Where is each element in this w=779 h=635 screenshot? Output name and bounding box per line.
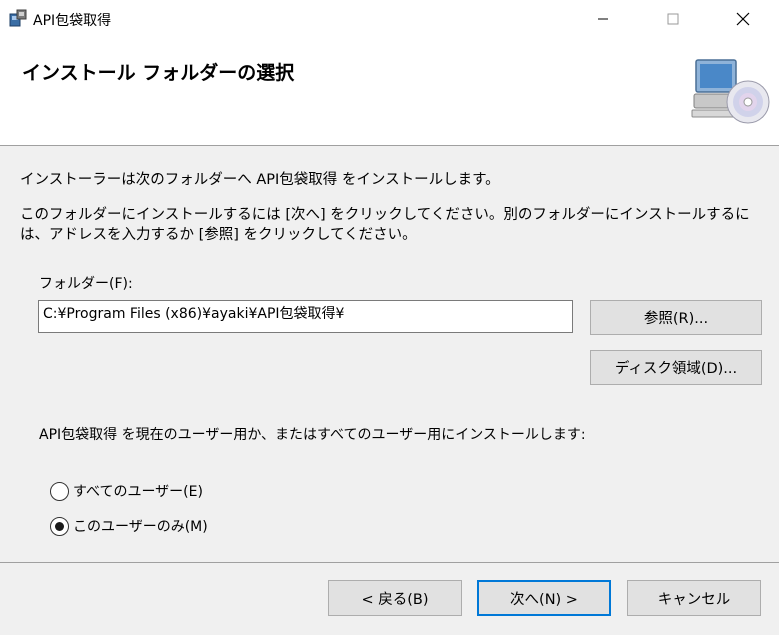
- title-bar: API包袋取得: [0, 0, 779, 38]
- description-text: このフォルダーにインストールするには [次へ] をクリックしてください。別のフォ…: [20, 207, 750, 243]
- radio-button-unchecked[interactable]: [50, 481, 69, 501]
- cancel-button[interactable]: キャンセル: [627, 580, 761, 616]
- browse-button[interactable]: 参照(R)...: [590, 300, 762, 335]
- next-button[interactable]: 次へ(N) >: [477, 580, 611, 616]
- radio-all-users[interactable]: すべてのユーザー(E): [50, 481, 203, 501]
- radio-this-user-label: このユーザーのみ(M): [73, 519, 208, 535]
- installer-icon: [9, 9, 27, 27]
- minimize-button[interactable]: [580, 0, 626, 38]
- close-icon: [736, 12, 750, 26]
- radio-all-users-label: すべてのユーザー(E): [73, 484, 203, 500]
- back-button[interactable]: < 戻る(B): [328, 580, 462, 616]
- intro-text: インストーラーは次のフォルダーへ API包袋取得 をインストールします。: [20, 172, 500, 188]
- disk-space-button[interactable]: ディスク領域(D)...: [590, 350, 762, 385]
- maximize-button[interactable]: [650, 0, 696, 38]
- computer-disc-icon: [691, 59, 770, 124]
- radio-this-user[interactable]: このユーザーのみ(M): [50, 516, 208, 536]
- radio-button-checked[interactable]: [50, 516, 69, 536]
- minimize-icon: [598, 18, 608, 20]
- window-title: API包袋取得: [33, 13, 112, 29]
- maximize-icon: [667, 13, 679, 25]
- folder-path-input[interactable]: C:¥Program Files (x86)¥ayaki¥API包袋取得¥: [38, 300, 573, 333]
- folder-label: フォルダー(F):: [39, 276, 133, 292]
- install-for-text: API包袋取得 を現在のユーザー用か、またはすべてのユーザー用にインストールしま…: [39, 427, 586, 443]
- header-banner: インストール フォルダーの選択: [0, 38, 779, 146]
- page-title: インストール フォルダーの選択: [22, 62, 295, 84]
- footer-separator: [0, 562, 779, 563]
- close-button[interactable]: [720, 0, 766, 38]
